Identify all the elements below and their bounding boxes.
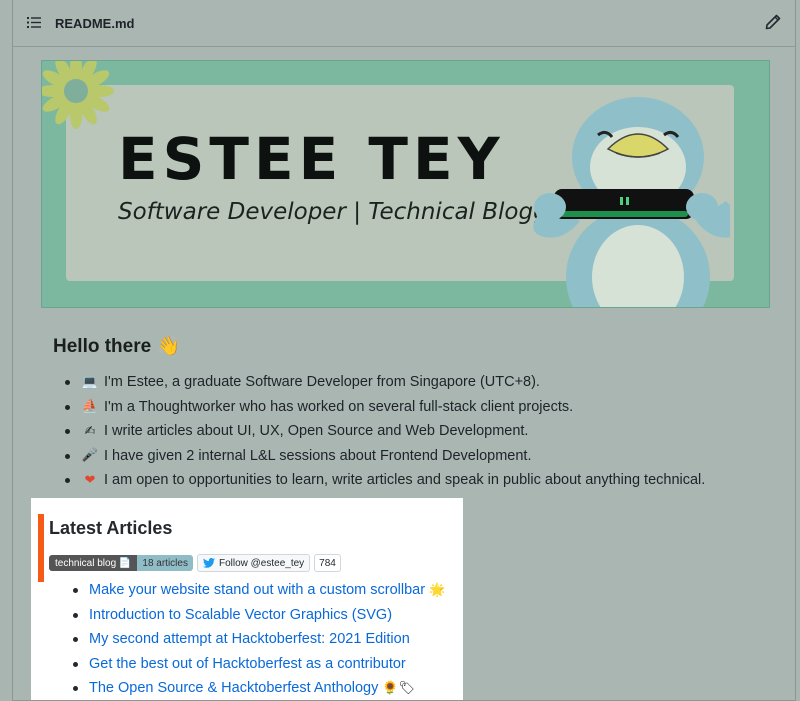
list-item: ❤ I am open to opportunities to learn, wr… bbox=[65, 468, 705, 493]
blog-badge-label: technical blog 📄 bbox=[49, 555, 138, 571]
banner-title: ESTEE TEY bbox=[118, 125, 505, 193]
badge-row: technical blog 📄 18 articles Follow @est… bbox=[49, 554, 341, 572]
pencil-edit-icon[interactable] bbox=[765, 14, 781, 30]
list-item: Get the best out of Hacktoberfest as a c… bbox=[71, 652, 445, 677]
twitter-follow-label: Follow @estee_tey bbox=[218, 557, 305, 569]
blog-badge[interactable]: technical blog 📄 18 articles bbox=[49, 555, 193, 571]
list-item: 🎤 I have given 2 internal L&L sessions ab… bbox=[65, 444, 705, 469]
star-icon: 🌟 bbox=[429, 582, 446, 598]
penguin-illustration bbox=[533, 97, 730, 307]
microphone-icon: 🎤 bbox=[81, 448, 99, 464]
sunflower-tag-icon: 🌻🏷 bbox=[382, 680, 416, 696]
list-item-text: I write articles about UI, UX, Open Sour… bbox=[104, 423, 529, 440]
latest-articles-heading: Latest Articles bbox=[49, 518, 173, 538]
list-item: Introduction to Scalable Vector Graphics… bbox=[71, 603, 445, 628]
article-link[interactable]: Make your website stand out with a custo… bbox=[89, 582, 425, 598]
sailboat-icon: ⛵ bbox=[81, 399, 99, 415]
twitter-follower-count: 784 bbox=[314, 554, 341, 572]
file-header: README.md bbox=[13, 0, 795, 47]
heart-icon: ❤ bbox=[84, 472, 96, 488]
list-item: 💻 I'm Estee, a graduate Software Develope… bbox=[65, 370, 705, 395]
list-item-text: I am open to opportunities to learn, wri… bbox=[104, 472, 706, 489]
latest-articles-section: Latest Articles technical blog 📄 18 arti… bbox=[31, 498, 463, 700]
list-item-text: I'm Estee, a graduate Software Developer… bbox=[104, 374, 540, 391]
article-link[interactable]: Introduction to Scalable Vector Graphics… bbox=[89, 607, 392, 623]
readme-panel: README.md ESTEE TEY Software Developer |… bbox=[12, 0, 796, 701]
list-item-text: I have given 2 internal L&L sessions abo… bbox=[104, 447, 532, 464]
article-link[interactable]: My second attempt at Hacktoberfest: 2021… bbox=[89, 631, 410, 647]
article-link[interactable]: Get the best out of Hacktoberfest as a c… bbox=[89, 656, 406, 672]
article-list: Make your website stand out with a custo… bbox=[71, 578, 445, 700]
list-item: Make your website stand out with a custo… bbox=[71, 578, 445, 603]
list-item: My second attempt at Hacktoberfest: 2021… bbox=[71, 627, 445, 652]
intro-list: 💻 I'm Estee, a graduate Software Develope… bbox=[65, 370, 705, 493]
list-item: The Open Source & Hacktoberfest Antholog… bbox=[71, 676, 445, 700]
article-link[interactable]: The Open Source & Hacktoberfest Antholog… bbox=[89, 680, 378, 696]
list-item-text: I'm a Thoughtworker who has worked on se… bbox=[104, 398, 574, 415]
list-item: ✍ I write articles about UI, UX, Open Sou… bbox=[65, 419, 705, 444]
laptop-icon: 💻 bbox=[81, 374, 99, 390]
twitter-follow-button[interactable]: Follow @estee_tey bbox=[196, 554, 311, 572]
banner-subtitle: Software Developer | Technical Blogger bbox=[118, 199, 572, 225]
profile-banner: ESTEE TEY Software Developer | Technical… bbox=[41, 60, 770, 308]
intro-heading: Hello there 👋 bbox=[53, 336, 181, 357]
highlight-marker bbox=[38, 514, 44, 582]
outline-list-icon[interactable] bbox=[27, 16, 41, 29]
flower-illustration bbox=[42, 61, 114, 129]
file-name: README.md bbox=[55, 16, 135, 31]
writing-hand-icon: ✍ bbox=[84, 423, 96, 439]
blog-badge-value: 18 articles bbox=[137, 555, 193, 571]
twitter-bird-icon bbox=[202, 558, 215, 568]
list-item: ⛵ I'm a Thoughtworker who has worked on s… bbox=[65, 395, 705, 420]
